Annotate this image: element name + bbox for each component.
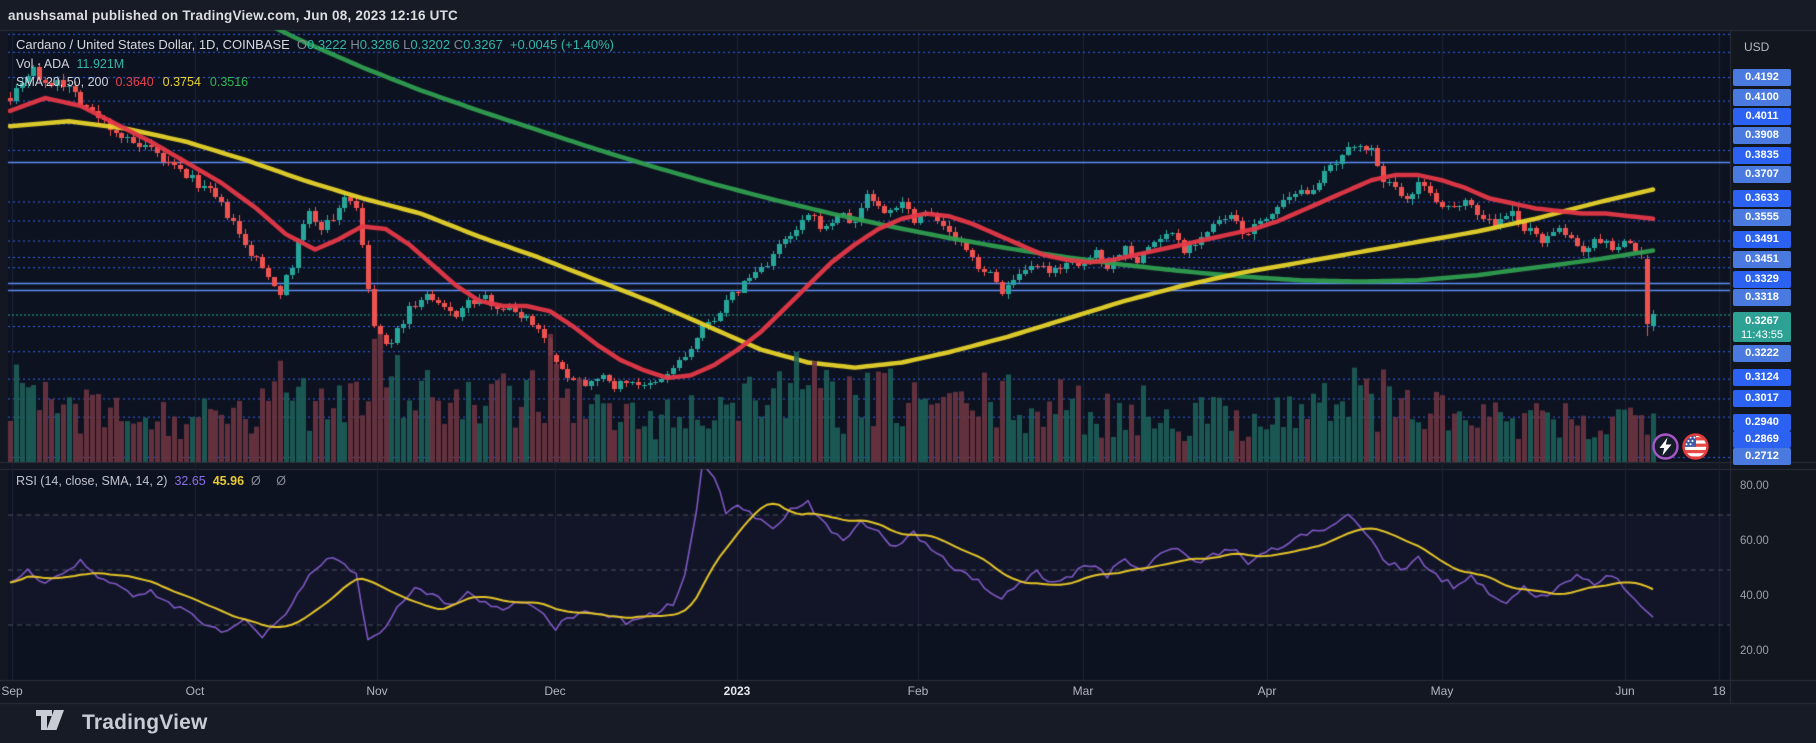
rsi-axis-label: 40.00 <box>1740 590 1769 602</box>
price-level-label[interactable]: 0.3633 <box>1733 190 1791 207</box>
price-level-label[interactable]: 0.3707 <box>1733 166 1791 183</box>
volume-label: Vol · ADA <box>16 57 70 71</box>
time-axis-label: Oct <box>186 684 205 698</box>
sma-value: 0.3754 <box>163 75 201 89</box>
change-value: +0.0045 (+1.40%) <box>510 37 614 52</box>
time-axis-label: Nov <box>366 684 387 698</box>
ohlc-value: 0.3286 <box>360 37 403 52</box>
symbol-title: Cardano / United States Dollar, 1D, COIN… <box>16 37 290 52</box>
price-level-label[interactable]: 0.2869 <box>1733 431 1791 448</box>
us-flag-icon <box>1682 433 1709 460</box>
ohlc-value: 0.3222 <box>307 37 350 52</box>
price-level-label[interactable]: 0.2940 <box>1733 414 1791 431</box>
rsi-axis-label: 20.00 <box>1740 645 1769 657</box>
tradingview-logo-icon <box>36 710 72 735</box>
bar-countdown: 11:43:55 <box>1733 328 1791 342</box>
volume-value: 11.921M <box>77 57 125 71</box>
rsi-axis-label: 60.00 <box>1740 535 1769 547</box>
chart-canvas[interactable] <box>0 0 1816 743</box>
time-axis-label: May <box>1431 684 1454 698</box>
price-level-label[interactable]: 0.2712 <box>1733 448 1791 465</box>
rsi-axis-label: 80.00 <box>1740 480 1769 492</box>
rsi-value: 32.65 <box>174 474 205 488</box>
price-level-label[interactable]: 0.4192 <box>1733 69 1791 86</box>
ohlc-value: 0.3267 <box>463 37 503 52</box>
time-axis-label: 2023 <box>724 684 751 698</box>
price-level-label[interactable]: 0.3329 <box>1733 271 1791 288</box>
sma-legend-row[interactable]: SMA 20, 50, 200 0.3640 0.3754 0.3516 <box>16 75 257 89</box>
price-level-label[interactable]: 0.3124 <box>1733 369 1791 386</box>
tradingview-brand-text: TradingView <box>82 711 208 735</box>
volume-legend-row[interactable]: Vol · ADA 11.921M <box>16 57 124 71</box>
time-axis-label: Sep <box>1 684 22 698</box>
price-level-label[interactable]: 0.4011 <box>1733 108 1791 125</box>
price-level-label[interactable]: 0.3835 <box>1733 147 1791 164</box>
rsi-empty-values: Ø Ø <box>251 474 292 488</box>
price-level-label[interactable]: 0.3017 <box>1733 390 1791 407</box>
time-axis-label: Feb <box>908 684 929 698</box>
ohlc-values: O0.3222 H0.3286 L0.3202 C0.3267 <box>297 37 503 52</box>
price-axis-currency[interactable]: USD <box>1744 40 1769 54</box>
attribution-text: anushsamal published on TradingView.com,… <box>8 6 458 26</box>
time-axis-label: Apr <box>1258 684 1277 698</box>
ohlc-letter: H <box>350 37 359 52</box>
ohlc-value: 0.3202 <box>410 37 453 52</box>
current-price-label[interactable]: 0.326711:43:55 <box>1733 312 1791 342</box>
sma-value: 0.3640 <box>115 75 153 89</box>
sma-values: 0.3640 0.3754 0.3516 <box>115 75 257 89</box>
rsi-sma-value: 45.96 <box>213 474 244 488</box>
price-level-label[interactable]: 0.3555 <box>1733 209 1791 226</box>
time-axis-label: Jun <box>1615 684 1634 698</box>
price-level-label[interactable]: 0.3491 <box>1733 231 1791 248</box>
tradingview-published-chart: anushsamal published on TradingView.com,… <box>0 0 1816 743</box>
lightning-icon <box>1652 433 1679 460</box>
time-axis-label: 18 <box>1712 684 1725 698</box>
symbol-legend-row[interactable]: Cardano / United States Dollar, 1D, COIN… <box>16 37 614 52</box>
ohlc-letter: O <box>297 37 307 52</box>
tradingview-brand[interactable]: TradingView <box>36 710 208 735</box>
rsi-label: RSI (14, close, SMA, 14, 2) <box>16 474 167 488</box>
sma-label: SMA 20, 50, 200 <box>16 75 108 89</box>
ohlc-letter: C <box>454 37 463 52</box>
price-level-label[interactable]: 0.3318 <box>1733 289 1791 306</box>
price-level-label[interactable]: 0.3451 <box>1733 251 1791 268</box>
price-level-label[interactable]: 0.3908 <box>1733 127 1791 144</box>
current-price-value: 0.3267 <box>1733 314 1791 328</box>
price-level-label[interactable]: 0.3222 <box>1733 345 1791 362</box>
price-level-label[interactable]: 0.4100 <box>1733 89 1791 106</box>
rsi-legend-row[interactable]: RSI (14, close, SMA, 14, 2) 32.65 45.96 … <box>16 474 292 488</box>
time-axis-label: Mar <box>1073 684 1094 698</box>
sma-value: 0.3516 <box>210 75 248 89</box>
time-axis-label: Dec <box>544 684 565 698</box>
